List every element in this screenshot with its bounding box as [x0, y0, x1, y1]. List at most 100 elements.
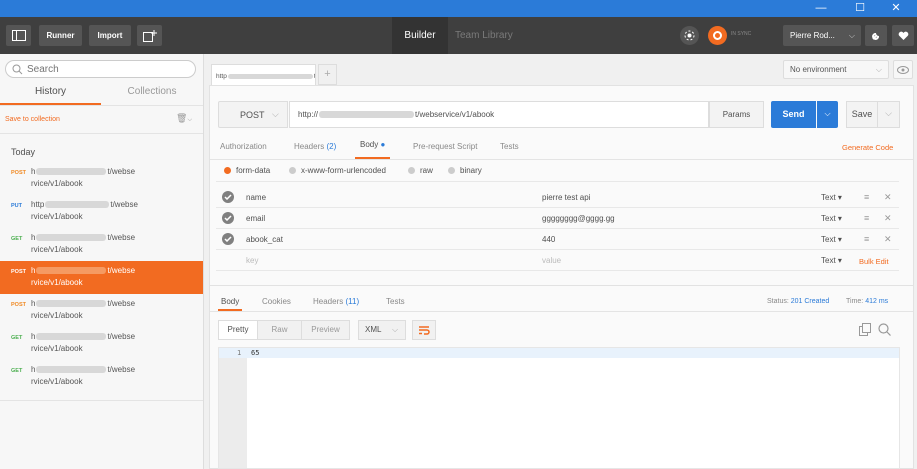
new-window-icon[interactable]: [137, 25, 162, 46]
drag-handle-icon[interactable]: ≡: [864, 234, 869, 244]
tab-url-start: http: [216, 73, 227, 80]
radio-binary[interactable]: [448, 167, 455, 174]
form-type-select[interactable]: Text ▾: [821, 193, 842, 202]
url-input[interactable]: http:// t/webservice/v1/abook: [289, 101, 709, 128]
radio-urlencoded[interactable]: [289, 167, 296, 174]
import-button[interactable]: Import: [89, 25, 131, 46]
tab-url-end: t: [313, 73, 316, 80]
minimize-button[interactable]: —: [806, 0, 836, 17]
tab-headers[interactable]: Headers (2): [294, 142, 336, 151]
maximize-button[interactable]: ☐: [845, 0, 875, 17]
divider: [216, 249, 899, 250]
sidebar-toggle-icon[interactable]: [6, 25, 31, 46]
history-item[interactable]: GET h t/webse rvice/v1/abook: [0, 360, 203, 393]
delete-row-icon[interactable]: ✕: [884, 192, 892, 203]
tab-authorization[interactable]: Authorization: [220, 142, 267, 151]
bulk-edit-link[interactable]: Bulk Edit: [859, 257, 889, 266]
row-enabled-checkbox[interactable]: [222, 191, 234, 203]
time-label: Time:: [846, 298, 864, 305]
response-tab-cookies[interactable]: Cookies: [262, 297, 291, 306]
redacted-url: [36, 234, 107, 242]
save-options-chevron-icon[interactable]: ⌵: [878, 101, 900, 128]
group-label-today: Today: [11, 147, 36, 157]
send-options-chevron-icon[interactable]: ⌵: [817, 101, 838, 128]
history-item-selected[interactable]: POST h t/webse rvice/v1/abook: [0, 261, 203, 294]
url-start: h: [31, 266, 36, 275]
row-enabled-checkbox[interactable]: [222, 233, 234, 245]
url-line2: rvice/v1/abook: [31, 278, 83, 287]
form-type-select[interactable]: Text ▾: [821, 214, 842, 223]
response-time: Time: 412 ms: [846, 298, 888, 305]
form-key[interactable]: abook_cat: [246, 235, 283, 244]
view-pretty-button[interactable]: Pretty: [218, 320, 258, 340]
tab-team-library[interactable]: Team Library: [455, 17, 513, 54]
interceptor-icon[interactable]: [680, 26, 699, 45]
history-item[interactable]: GET h t/webse rvice/v1/abook: [0, 228, 203, 261]
sync-icon[interactable]: [708, 26, 727, 45]
settings-wrench-icon[interactable]: [865, 25, 887, 46]
url-end: t/webse: [107, 332, 136, 341]
response-tab-headers[interactable]: Headers (11): [313, 297, 359, 306]
wrap-lines-icon[interactable]: [412, 320, 436, 340]
trash-icon[interactable]: 🗑⌵: [176, 113, 192, 124]
tab-collections[interactable]: Collections: [101, 86, 203, 105]
raw-label: raw: [420, 166, 433, 175]
url-end: t/webse: [107, 233, 136, 242]
redacted-url: [36, 267, 107, 275]
drag-handle-icon[interactable]: ≡: [864, 192, 869, 202]
generate-code-link[interactable]: Generate Code: [842, 143, 893, 152]
binary-label: binary: [460, 166, 482, 175]
tab-prerequest-script[interactable]: Pre-request Script: [413, 142, 477, 151]
close-window-button[interactable]: ✕: [881, 0, 911, 17]
search-box[interactable]: [5, 60, 196, 78]
new-key-input[interactable]: key: [246, 256, 258, 265]
save-to-collection-link[interactable]: Save to collection: [5, 116, 60, 123]
tab-history[interactable]: History: [0, 86, 101, 105]
row-enabled-checkbox[interactable]: [222, 212, 234, 224]
user-menu[interactable]: Pierre Rod... ⌵: [783, 25, 861, 46]
form-key[interactable]: email: [246, 214, 265, 223]
history-item[interactable]: POST h t/webse rvice/v1/abook: [0, 162, 203, 195]
send-button[interactable]: Send: [771, 101, 816, 128]
tab-tests[interactable]: Tests: [500, 142, 519, 151]
search-icon[interactable]: [878, 323, 891, 338]
url-start: h: [31, 332, 36, 341]
form-type-select[interactable]: Text ▾: [821, 235, 842, 244]
history-item[interactable]: PUT http t/webse rvice/v1/abook: [0, 195, 203, 228]
radio-form-data[interactable]: [224, 167, 231, 174]
new-value-input[interactable]: value: [542, 256, 561, 265]
save-button[interactable]: Save: [846, 101, 878, 128]
response-tab-tests[interactable]: Tests: [386, 297, 405, 306]
url-end: t/webse: [107, 167, 136, 176]
form-key[interactable]: name: [246, 193, 266, 202]
history-item[interactable]: GET h t/webse rvice/v1/abook: [0, 327, 203, 360]
form-value[interactable]: pierre test api: [542, 193, 590, 202]
view-raw-button[interactable]: Raw: [258, 320, 302, 340]
runner-button[interactable]: Runner: [39, 25, 82, 46]
format-select[interactable]: XML ⌵: [358, 320, 406, 340]
new-tab-button[interactable]: +: [318, 64, 337, 85]
environment-select[interactable]: No environment ⌵: [783, 60, 889, 79]
heart-icon[interactable]: [892, 25, 914, 46]
history-item[interactable]: POST h t/webse rvice/v1/abook: [0, 294, 203, 327]
params-button[interactable]: Params: [709, 101, 764, 128]
environment-quicklook-icon[interactable]: [893, 60, 913, 79]
response-headers-count: (11): [345, 297, 360, 306]
response-body-editor[interactable]: 1 65: [218, 347, 900, 469]
url-start: h: [31, 365, 36, 374]
radio-raw[interactable]: [408, 167, 415, 174]
form-type-select[interactable]: Text ▾: [821, 256, 842, 265]
copy-icon[interactable]: [859, 323, 871, 338]
form-value[interactable]: gggggggg@gggg.gg: [542, 214, 615, 223]
search-input[interactable]: [27, 62, 187, 76]
delete-row-icon[interactable]: ✕: [884, 234, 892, 245]
view-preview-button[interactable]: Preview: [302, 320, 350, 340]
method-select[interactable]: POST ⌵: [218, 101, 288, 128]
response-tab-body[interactable]: Body: [218, 291, 243, 311]
tab-body[interactable]: Body ●: [355, 140, 391, 159]
request-tab[interactable]: http t: [211, 64, 316, 85]
form-value[interactable]: 440: [542, 235, 555, 244]
delete-row-icon[interactable]: ✕: [884, 213, 892, 224]
drag-handle-icon[interactable]: ≡: [864, 213, 869, 223]
tab-builder[interactable]: Builder: [392, 17, 448, 54]
